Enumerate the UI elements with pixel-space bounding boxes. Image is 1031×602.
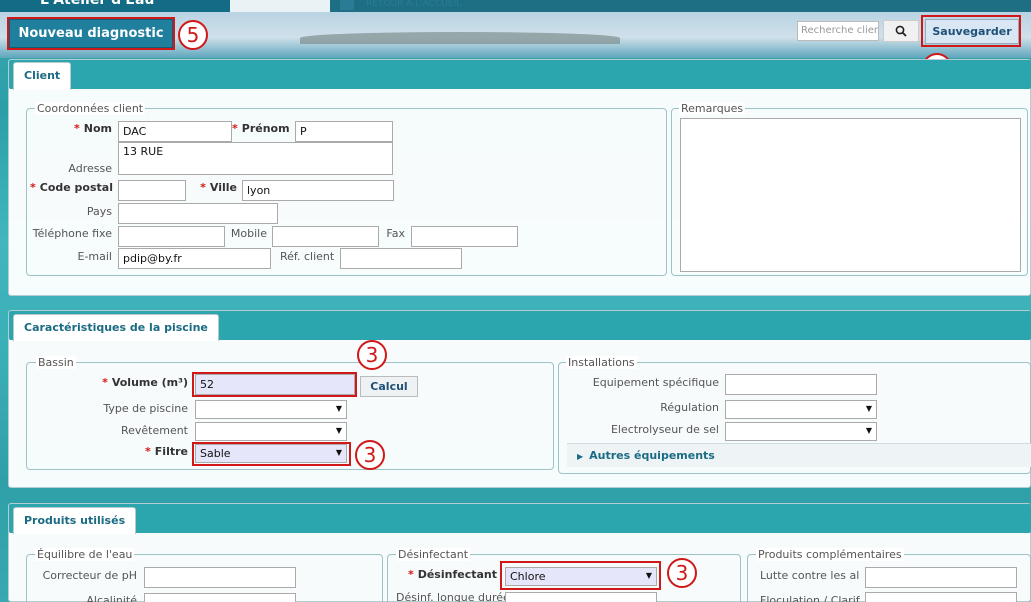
equip-field[interactable] — [725, 374, 877, 395]
equilibre-legend: Équilibre de l'eau — [35, 548, 135, 561]
highlight-new-diagnostic — [7, 17, 175, 50]
type-select[interactable]: ▼ — [195, 400, 347, 419]
chevron-down-icon: ▼ — [335, 404, 342, 413]
annotation-5: 5 — [178, 20, 208, 50]
volume-label: * Volume (m³) — [102, 376, 188, 389]
annotation-3-filtre: 3 — [355, 440, 385, 470]
top-strip: L'Atelier d'Eau RETOUR À L'ACCUEIL — [0, 0, 1031, 12]
type-label: Type de piscine — [103, 402, 188, 415]
remarks-textarea[interactable] — [680, 118, 1021, 272]
desinfectant-legend: Désinfectant — [396, 548, 471, 561]
chevron-down-icon: ▼ — [865, 404, 872, 413]
floculation-field[interactable] — [865, 592, 1017, 602]
autres-equipements-toggle[interactable]: ▶ Autres équipements — [567, 443, 1031, 467]
tab-pool[interactable]: Caractéristiques de la piscine — [13, 314, 219, 341]
pays-label: Pays — [86, 205, 112, 218]
complement-legend: Produits complémentaires — [756, 548, 904, 561]
filtre-label: * Filtre — [145, 445, 188, 458]
regulation-label: Régulation — [660, 401, 719, 414]
revetement-select[interactable]: ▼ — [195, 422, 347, 441]
prenom-label: * Prénom — [232, 122, 290, 135]
highlight-volume — [192, 372, 357, 397]
code-postal-field[interactable] — [118, 180, 186, 201]
longue-duree-label: Désinf. longue durée — [396, 591, 510, 602]
ville-field[interactable]: lyon — [242, 180, 394, 201]
calcul-button[interactable]: Calcul — [360, 376, 418, 397]
fax-field[interactable] — [411, 226, 518, 247]
mobile-field[interactable] — [272, 226, 379, 247]
nom-label: * Nom — [74, 122, 112, 135]
code-postal-label: * Code postal — [30, 181, 113, 194]
products-tabbar — [9, 504, 1031, 533]
autres-equipements-label: Autres équipements — [589, 449, 715, 462]
annotation-3-volume: 3 — [357, 340, 387, 370]
search-input[interactable]: Recherche client — [797, 21, 879, 41]
electro-select[interactable]: ▼ — [725, 422, 877, 441]
nom-field[interactable]: DAC — [118, 121, 232, 142]
caret-right-icon: ▶ — [577, 452, 584, 461]
home-icon — [340, 0, 354, 10]
longue-duree-field[interactable] — [505, 592, 657, 602]
ville-label: * Ville — [200, 181, 237, 194]
email-label: E-mail — [77, 250, 113, 263]
regulation-select[interactable]: ▼ — [725, 400, 877, 419]
search-icon — [895, 25, 907, 37]
ref-field[interactable] — [340, 248, 462, 269]
mobile-label: Mobile — [230, 227, 267, 240]
equip-label: Equipement spécifique — [592, 376, 719, 389]
tel-label: Téléphone fixe — [32, 227, 112, 240]
annotation-3-desinfectant: 3 — [667, 558, 697, 588]
bassin-legend: Bassin — [36, 356, 76, 369]
alcalinite-field[interactable] — [144, 593, 296, 602]
home-tab-bg — [230, 0, 330, 12]
home-link[interactable]: RETOUR À L'ACCUEIL — [340, 0, 461, 10]
algues-label: Lutte contre les al... — [760, 569, 860, 582]
highlight-desinfectant — [500, 561, 661, 590]
chevron-down-icon: ▼ — [335, 426, 342, 435]
floculation-label: Floculation / Clarifi... — [760, 594, 860, 602]
desinfectant-label: * Désinfectant — [407, 568, 497, 581]
ph-field[interactable] — [144, 567, 296, 588]
pays-field[interactable] — [118, 203, 278, 224]
ph-label: Correcteur de pH — [42, 569, 137, 582]
email-field[interactable]: pdip@by.fr — [118, 248, 271, 269]
ref-label: Réf. client — [280, 250, 335, 263]
fax-label: Fax — [386, 227, 405, 240]
home-link-label: RETOUR À L'ACCUEIL — [366, 0, 462, 9]
alcalinite-label: Alcalinité — [86, 594, 137, 602]
client-tabbar — [9, 60, 1031, 89]
adresse-label: Adresse — [68, 162, 112, 175]
client-coords-legend: Coordonnées client — [35, 102, 146, 115]
brand-logo: L'Atelier d'Eau — [0, 0, 230, 12]
tel-field[interactable] — [118, 226, 225, 247]
remarks-legend: Remarques — [679, 102, 746, 115]
algues-field[interactable] — [865, 567, 1017, 588]
chevron-down-icon: ▼ — [865, 426, 872, 435]
prenom-field[interactable]: P — [295, 121, 393, 142]
highlight-filtre — [192, 442, 351, 466]
highlight-save — [921, 15, 1021, 47]
search-button[interactable] — [883, 20, 919, 42]
adresse-field[interactable]: 13 RUE — [118, 142, 393, 175]
banner-island — [300, 32, 620, 44]
revetement-label: Revêtement — [120, 424, 188, 437]
electro-label: Electrolyseur de sel — [610, 423, 719, 436]
tab-client[interactable]: Client — [13, 62, 72, 90]
installations-legend: Installations — [566, 356, 637, 369]
tab-products[interactable]: Produits utilisés — [13, 507, 137, 534]
